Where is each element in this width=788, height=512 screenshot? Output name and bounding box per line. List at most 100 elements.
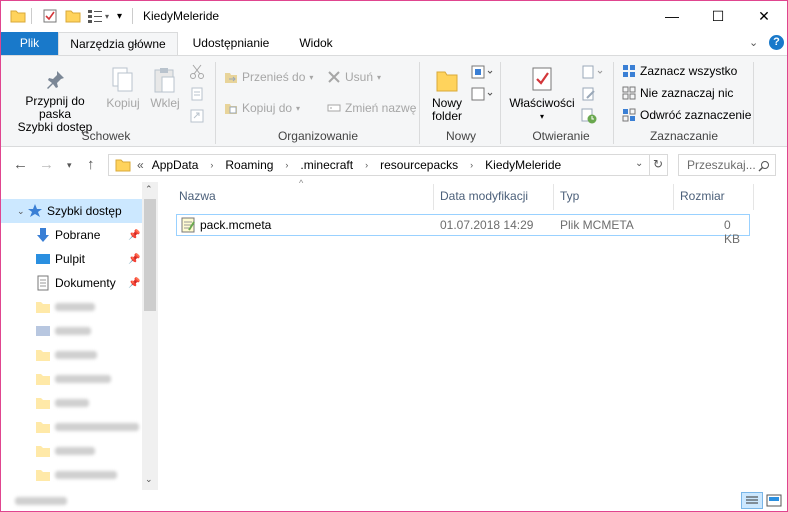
navigation-pane: ⌄ Szybki dostęp Pobrane 📌 Pulpit 📌 Dokum…	[1, 182, 158, 490]
view-quick-icon[interactable]: ▾	[87, 7, 109, 25]
sidebar-item-label: Pobrane	[55, 228, 101, 242]
copy-to-button[interactable]: Kopiuj do ▾	[224, 101, 300, 115]
sidebar-item-blurred[interactable]	[1, 295, 142, 319]
new-folder-label-2: folder	[431, 109, 463, 123]
chevron-right-icon[interactable]: ›	[470, 160, 473, 170]
blurred-label	[55, 375, 111, 383]
group-label-clipboard: Schowek	[81, 129, 131, 143]
column-divider[interactable]	[753, 184, 754, 210]
pin-quick-access-button[interactable]: Przypnij do paska Szybki dostęp	[9, 68, 101, 134]
chevron-right-icon[interactable]: ›	[365, 160, 368, 170]
properties-dropdown-icon: ▾	[539, 112, 544, 121]
sidebar-item-downloads[interactable]: Pobrane 📌	[1, 223, 142, 247]
search-input[interactable]: Przeszukaj...	[678, 154, 776, 176]
chevron-right-icon[interactable]: ›	[210, 160, 213, 170]
sidebar-item-blurred[interactable]	[1, 343, 142, 367]
collapse-ribbon-icon[interactable]: ⌄	[749, 36, 758, 49]
column-header-type[interactable]: Typ	[560, 182, 579, 210]
recent-locations-icon[interactable]: ▾	[67, 160, 72, 171]
edit-icon[interactable]	[581, 86, 597, 105]
new-folder-quick-icon[interactable]	[65, 7, 81, 25]
move-to-icon	[225, 73, 237, 83]
column-header-size[interactable]: Rozmiar	[680, 182, 725, 210]
column-header-name[interactable]: Nazwa	[179, 182, 216, 210]
file-list: ^ Nazwa Data modyfikacji Typ Rozmiar pac…	[159, 178, 787, 490]
sidebar-item-blurred[interactable]	[1, 391, 142, 415]
breadcrumb-item[interactable]: KiedyMeleride	[485, 158, 561, 172]
large-icons-view-icon[interactable]	[766, 494, 782, 511]
open-icon[interactable]	[581, 64, 605, 83]
column-divider[interactable]	[433, 184, 434, 210]
details-view-icon[interactable]	[741, 492, 763, 509]
copy-path-icon[interactable]	[189, 86, 205, 105]
breadcrumb-item[interactable]: Roaming	[225, 158, 273, 172]
refresh-icon[interactable]: ↻	[653, 157, 663, 171]
rename-button[interactable]: Zmień nazwę	[327, 101, 416, 115]
cut-icon[interactable]	[189, 64, 205, 83]
sidebar-item-blurred[interactable]	[1, 319, 142, 343]
back-arrow-icon[interactable]: ←	[13, 156, 28, 173]
sidebar-item-blurred[interactable]	[1, 439, 142, 463]
breadcrumb-item[interactable]: resourcepacks	[380, 158, 458, 172]
tab-view[interactable]: Widok	[286, 32, 346, 55]
invert-selection-label: Odwróć zaznaczenie	[640, 108, 752, 122]
properties-button[interactable]: Właściwości ▾	[507, 66, 577, 123]
tab-home[interactable]: Narzędzia główne	[58, 32, 178, 56]
column-divider[interactable]	[673, 184, 674, 210]
paste-button[interactable]: Wklej	[147, 66, 183, 110]
rename-icon	[327, 104, 341, 112]
paste-shortcut-icon[interactable]	[189, 108, 205, 127]
copy-button[interactable]: Kopiuj	[105, 66, 141, 110]
blurred-label	[55, 351, 97, 359]
sidebar-item-blurred[interactable]	[1, 463, 142, 487]
up-arrow-icon[interactable]: ↑	[87, 156, 95, 173]
delete-button[interactable]: Usuń ▾	[327, 70, 381, 84]
scroll-down-icon[interactable]: ⌄	[145, 474, 153, 485]
select-none-button[interactable]: Nie zaznaczaj nic	[622, 86, 733, 100]
search-icon	[758, 161, 769, 172]
history-icon[interactable]	[581, 108, 597, 127]
desktop-icon	[36, 254, 50, 264]
help-icon[interactable]: ?	[769, 35, 784, 50]
file-icon	[181, 217, 195, 233]
address-bar[interactable]: « AppData › Roaming › .minecraft › resou…	[108, 154, 668, 176]
chevron-down-icon[interactable]: ⌄	[17, 206, 25, 217]
properties-quick-icon[interactable]	[42, 7, 58, 25]
move-to-button[interactable]: Przenieś do ▾	[224, 70, 313, 84]
tab-file[interactable]: Plik	[1, 32, 58, 55]
file-row[interactable]: pack.mcmeta 01.07.2018 14:29 Plik MCMETA…	[176, 214, 750, 246]
new-item-icon[interactable]	[471, 64, 495, 83]
pin-label-1: Przypnij do paska	[25, 94, 85, 121]
customize-toolbar-icon[interactable]: ▾	[117, 7, 122, 25]
group-label-organize: Organizowanie	[277, 129, 359, 143]
close-button[interactable]: ✕	[741, 1, 787, 31]
divider	[649, 155, 650, 175]
maximize-button[interactable]: ☐	[695, 1, 741, 31]
easy-access-icon[interactable]	[471, 86, 495, 105]
select-all-button[interactable]: Zaznacz wszystko	[622, 64, 737, 78]
column-divider[interactable]	[553, 184, 554, 210]
column-header-modified[interactable]: Data modyfikacji	[440, 182, 528, 210]
breadcrumb-item[interactable]: AppData	[152, 158, 199, 172]
delete-icon	[328, 71, 340, 83]
breadcrumb-overflow[interactable]: «	[137, 158, 144, 172]
scroll-up-icon[interactable]: ⌃	[145, 184, 153, 195]
address-dropdown-icon[interactable]: ⌄	[635, 158, 643, 169]
tab-share[interactable]: Udostępnianie	[181, 32, 281, 55]
chevron-right-icon[interactable]: ›	[285, 160, 288, 170]
search-placeholder: Przeszukaj...	[687, 158, 756, 172]
invert-selection-button[interactable]: Odwróć zaznaczenie	[622, 108, 751, 122]
sidebar-item-documents[interactable]: Dokumenty 📌	[1, 271, 142, 295]
minimize-button[interactable]: —	[649, 1, 695, 31]
sidebar-item-quick-access[interactable]: ⌄ Szybki dostęp	[1, 199, 142, 223]
forward-arrow-icon[interactable]: →	[39, 156, 54, 173]
copy-label: Kopiuj	[106, 96, 140, 110]
sidebar-item-blurred[interactable]	[1, 367, 142, 391]
pin-icon: 📌	[128, 253, 141, 265]
sidebar-scroll-thumb[interactable]	[144, 199, 156, 311]
new-folder-button[interactable]: Nowy folder	[425, 66, 469, 123]
breadcrumb-item[interactable]: .minecraft	[300, 158, 353, 172]
properties-label: Właściwości	[509, 96, 575, 110]
sidebar-item-blurred[interactable]	[1, 415, 142, 439]
sidebar-item-desktop[interactable]: Pulpit 📌	[1, 247, 142, 271]
